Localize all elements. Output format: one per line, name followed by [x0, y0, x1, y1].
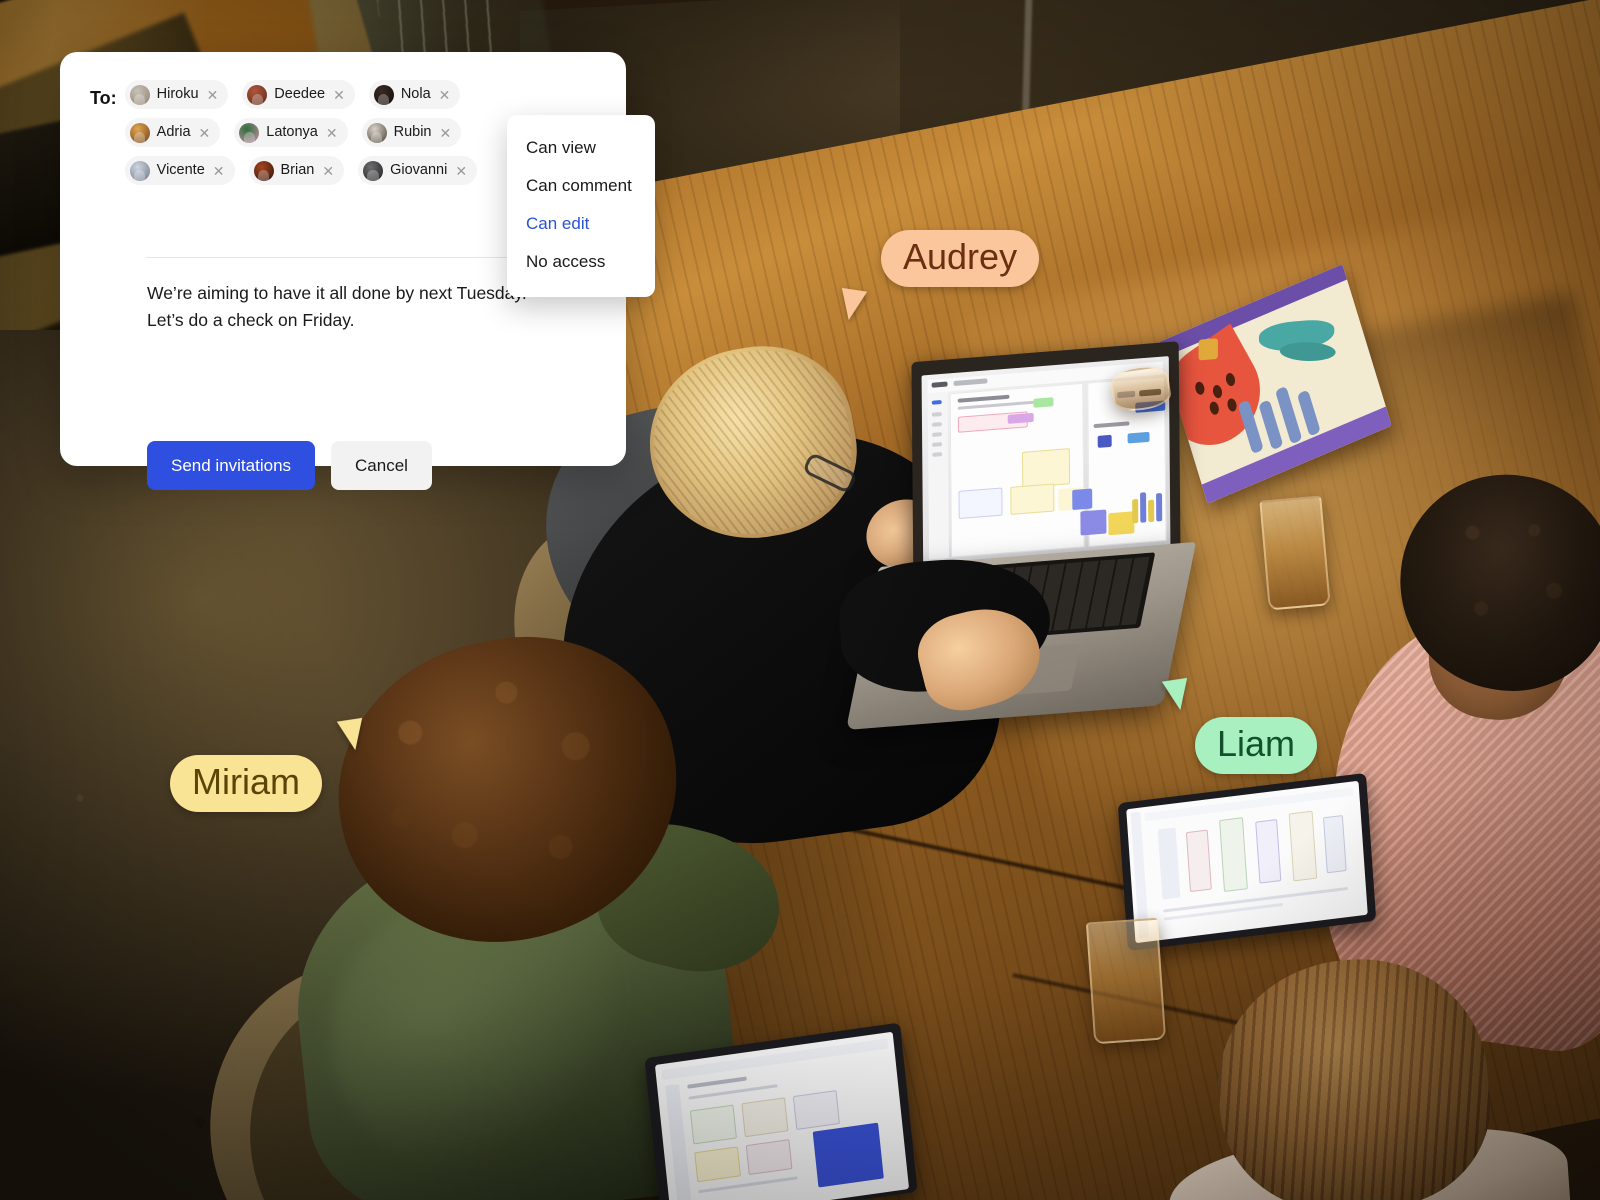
recipient-chip-label: Deedee	[274, 86, 326, 103]
photo-tablet-sidebar	[665, 1083, 693, 1200]
cursor-name-miriam: Miriam	[170, 755, 322, 812]
avatar-latonya	[239, 122, 260, 143]
recipient-chip[interactable]: Nola ✕	[368, 80, 461, 109]
close-icon[interactable]: ✕	[455, 164, 467, 178]
photo-tablet-note	[694, 1146, 741, 1183]
photo-tablet-col	[1157, 827, 1181, 900]
permission-dropdown-menu: Can view Can comment Can edit No access	[507, 115, 655, 297]
recipient-chip[interactable]: Giovanni ✕	[358, 156, 478, 185]
cursor-name-audrey: Audrey	[881, 230, 1040, 287]
avatar-hiroku	[129, 84, 150, 105]
photo-laptop-card	[958, 487, 1003, 520]
photo-glass-1	[1259, 495, 1331, 611]
avatar-vicente	[129, 160, 150, 181]
permission-option[interactable]: Can view	[507, 129, 655, 167]
permission-option[interactable]: No access	[507, 243, 655, 281]
close-icon[interactable]: ✕	[439, 126, 451, 140]
photo-tablet-card	[1185, 829, 1212, 893]
close-icon[interactable]: ✕	[333, 88, 345, 102]
photo-laptop-bar	[1156, 492, 1163, 522]
recipient-chip-label: Rubin	[393, 124, 432, 141]
photo-tablet-right-screen	[1126, 780, 1368, 944]
photo-tablet-note	[745, 1139, 793, 1176]
photo-laptop-swatch	[1108, 511, 1135, 536]
send-invitations-button[interactable]: Send invitations	[147, 441, 316, 490]
recipient-chip-label: Adria	[156, 124, 191, 141]
recipient-chip-label: Vicente	[156, 162, 205, 179]
photo-laptop-bar	[1132, 498, 1139, 524]
dialog-actions: Send invitations Cancel	[147, 441, 432, 490]
recipient-chip[interactable]: Adria ✕	[124, 118, 221, 147]
avatar-nola	[373, 84, 394, 105]
photo-laptop-tag	[1033, 397, 1054, 408]
recipient-chip-label: Brian	[280, 162, 315, 179]
photo-notebook-bar	[1296, 389, 1321, 437]
to-label: To:	[90, 88, 117, 108]
invite-message-line-2: Let’s do a check on Friday.	[147, 310, 355, 330]
avatar-rubin	[366, 122, 387, 143]
close-icon[interactable]: ✕	[326, 126, 338, 140]
close-icon[interactable]: ✕	[322, 164, 334, 178]
photo-laptop-sidebar	[927, 391, 950, 560]
photo-laptop-nav	[931, 412, 942, 417]
photo-notebook-leaf-2	[1278, 341, 1337, 362]
photo-tablet-text	[687, 1076, 747, 1089]
photo-tablet-card	[741, 1097, 789, 1138]
permission-option[interactable]: Can edit	[507, 205, 655, 243]
photo-laptop-swatch	[1080, 509, 1107, 536]
photo-notebook-square	[1198, 338, 1218, 361]
photo-laptop-note	[1021, 448, 1071, 488]
recipient-chip[interactable]: Hiroku ✕	[124, 80, 229, 109]
photo-laptop-nav	[931, 422, 942, 427]
recipient-chip-list: Hiroku ✕ Deedee ✕ Nola ✕ Adria ✕ Latonya ✕ Rubin ✕ V…	[124, 80, 517, 185]
photo-laptop-note	[1010, 483, 1055, 515]
photo-tablet-card	[1288, 810, 1318, 882]
recipient-chip-label: Hiroku	[156, 86, 199, 103]
photo-laptop-nav	[932, 442, 943, 447]
recipient-chip[interactable]: Vicente ✕	[124, 156, 235, 185]
recipient-chip-label: Giovanni	[390, 162, 448, 179]
photo-tablet-rule	[1163, 902, 1284, 921]
recipient-chip[interactable]: Rubin ✕	[361, 118, 462, 147]
photo-laptop-swatch	[1097, 434, 1112, 448]
photo-laptop-swatch	[1072, 488, 1093, 511]
avatar-brian	[253, 160, 274, 181]
photo-tablet-card	[689, 1104, 737, 1145]
permission-option[interactable]: Can comment	[507, 167, 655, 205]
close-icon[interactable]: ✕	[207, 88, 219, 102]
avatar-adria	[129, 122, 150, 143]
cursor-name-liam: Liam	[1195, 717, 1318, 774]
recipient-chip[interactable]: Latonya ✕	[234, 118, 348, 147]
recipient-chip[interactable]: Brian ✕	[248, 156, 345, 185]
photo-laptop-bar	[1140, 492, 1147, 523]
photo-laptop-swatch	[1127, 431, 1150, 444]
recipient-chip-label: Nola	[400, 86, 431, 103]
photo-tablet-card	[1322, 814, 1347, 874]
cancel-button[interactable]: Cancel	[331, 441, 432, 490]
avatar-giovanni	[363, 160, 384, 181]
close-icon[interactable]: ✕	[199, 126, 211, 140]
close-icon[interactable]: ✕	[213, 164, 225, 178]
photo-tablet-card	[1255, 819, 1282, 884]
photo-tablet-card	[1219, 817, 1248, 893]
photo-glass-2	[1085, 917, 1167, 1045]
photo-laptop-nav	[931, 399, 942, 405]
recipient-chip-label: Latonya	[266, 124, 318, 141]
avatar-deedee	[247, 84, 268, 105]
photo-laptop-bar	[1148, 499, 1155, 523]
photo-laptop-nav	[932, 432, 943, 437]
recipient-chip[interactable]: Deedee ✕	[242, 80, 355, 109]
close-icon[interactable]: ✕	[439, 88, 451, 102]
photo-tablet-card	[792, 1090, 840, 1131]
photo-laptop-nav	[932, 452, 943, 457]
photo-tablet-panel	[812, 1122, 884, 1188]
